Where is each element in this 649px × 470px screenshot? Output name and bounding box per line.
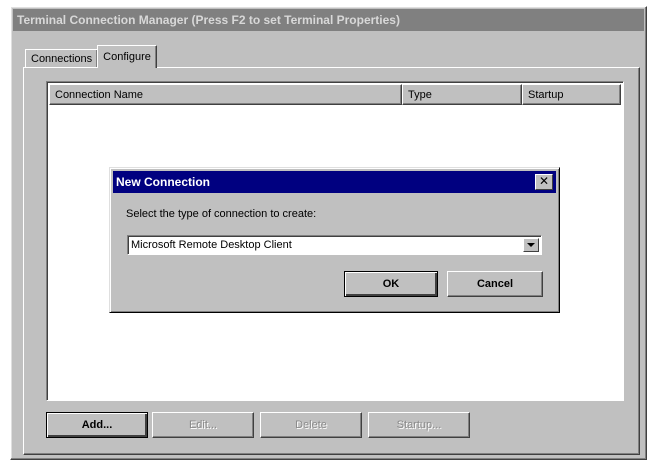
tab-configure[interactable]: Configure (97, 45, 157, 68)
edit-button[interactable]: Edit... (152, 412, 254, 438)
list-header: Connection Name Type Startup (49, 84, 621, 105)
connection-type-value: Microsoft Remote Desktop Client (131, 239, 292, 251)
add-button[interactable]: Add... (46, 412, 148, 438)
dialog-title-text: New Connection (116, 175, 211, 189)
tab-strip: Connections Configure (25, 45, 157, 68)
connection-type-label: Select the type of connection to create: (126, 208, 317, 220)
dialog-title: New Connection ✕ (113, 171, 556, 193)
new-connection-dialog: New Connection ✕ Select the type of conn… (109, 167, 560, 313)
column-header-connection-name[interactable]: Connection Name (49, 84, 402, 105)
close-icon[interactable]: ✕ (535, 174, 553, 190)
column-header-type[interactable]: Type (402, 84, 522, 105)
chevron-down-icon[interactable] (523, 238, 539, 252)
tab-connections[interactable]: Connections (25, 49, 99, 68)
delete-button[interactable]: Delete (260, 412, 362, 438)
cancel-button[interactable]: Cancel (447, 271, 543, 297)
ok-button[interactable]: OK (344, 271, 438, 297)
window-title: Terminal Connection Manager (Press F2 to… (13, 9, 644, 31)
connection-type-select[interactable]: Microsoft Remote Desktop Client (127, 235, 542, 255)
startup-button[interactable]: Startup... (368, 412, 470, 438)
column-header-startup[interactable]: Startup (522, 84, 621, 105)
